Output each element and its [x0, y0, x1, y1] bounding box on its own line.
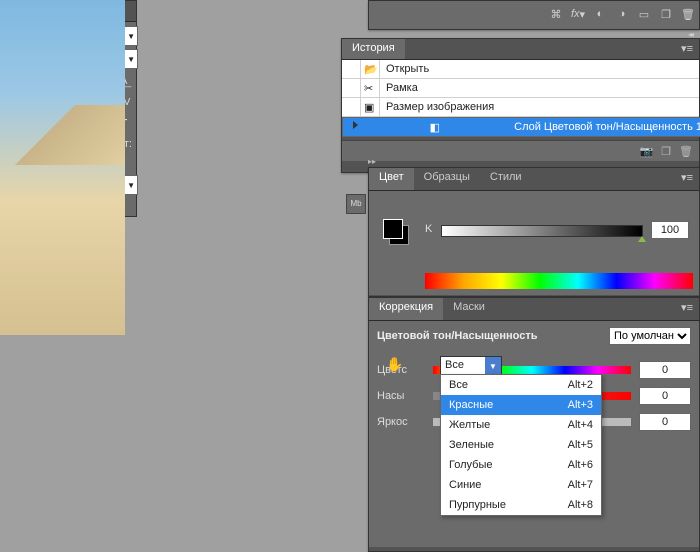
menu-item[interactable]: ЗеленыеAlt+5: [441, 435, 601, 455]
k-value[interactable]: 100: [651, 221, 689, 239]
trash-icon[interactable]: 🗑: [681, 7, 695, 21]
menu-item[interactable]: ПурпурныеAlt+8: [441, 495, 601, 515]
light-label: Яркос: [377, 416, 425, 428]
k-slider[interactable]: [441, 225, 643, 237]
history-list: 📂 Открыть ✂ Рамка ▣ Размер изображения ◧…: [342, 60, 699, 137]
color-panel: Цвет Образцы Стили ▾≡ K 100: [368, 167, 700, 297]
adjustment-icon[interactable]: ◑: [615, 7, 629, 21]
color-swatch[interactable]: [383, 219, 409, 245]
history-panel: История ▾≡ 📂 Открыть ✂ Рамка ▣ Размер из…: [341, 38, 700, 173]
tab-color[interactable]: Цвет: [369, 168, 414, 190]
new-doc-icon[interactable]: ❐: [661, 145, 671, 158]
fx-icon[interactable]: fx▾: [571, 7, 585, 21]
spectrum-ramp[interactable]: [425, 273, 693, 289]
history-item[interactable]: ◧ Слой Цветовой тон/Насыщенность 1: [342, 117, 700, 137]
hue-value[interactable]: 0: [639, 361, 691, 379]
history-item[interactable]: ▣ Размер изображения: [342, 98, 699, 117]
range-select[interactable]: Все ▼: [440, 356, 502, 376]
menu-item[interactable]: ГолубыеAlt+6: [441, 455, 601, 475]
document-canvas[interactable]: [0, 0, 125, 335]
range-menu: ВсеAlt+2 КрасныеAlt+3 ЖелтыеAlt+4 Зелены…: [440, 374, 602, 516]
link-icon[interactable]: ⌘: [549, 7, 563, 21]
open-icon: 📂: [364, 63, 376, 75]
history-pointer-icon: [353, 121, 358, 129]
light-value[interactable]: 0: [639, 413, 691, 431]
hue-layer-icon: ◧: [430, 121, 442, 133]
adjustment-title: Цветовой тон/Насыщенность: [377, 330, 538, 342]
crop-icon: ✂: [364, 82, 376, 94]
snapshot-icon[interactable]: 📷: [639, 145, 653, 158]
sat-value[interactable]: 0: [639, 387, 691, 405]
preset-select[interactable]: По умолчан: [609, 327, 691, 345]
scrubby-icon[interactable]: ✋: [386, 356, 403, 373]
mb-button[interactable]: Mb: [346, 194, 366, 214]
expand-icon[interactable]: ▸▸: [368, 157, 376, 166]
tab-styles[interactable]: Стили: [480, 168, 532, 190]
menu-item[interactable]: СиниеAlt+7: [441, 475, 601, 495]
tab-masks[interactable]: Маски: [443, 298, 495, 320]
menu-item[interactable]: ЖелтыеAlt+4: [441, 415, 601, 435]
panel-menu-icon[interactable]: ▾≡: [675, 39, 699, 59]
menu-item[interactable]: ВсеAlt+2: [441, 375, 601, 395]
resize-icon: ▣: [364, 101, 376, 113]
sat-label: Насы: [377, 390, 425, 402]
trash-icon[interactable]: 🗑: [679, 145, 693, 158]
chevron-down-icon[interactable]: ▼: [485, 357, 501, 375]
channel-label: K: [425, 223, 432, 235]
history-item[interactable]: ✂ Рамка: [342, 79, 699, 98]
layers-panel-footer: ⌘ fx▾ ◐ ◑ ▭ ❐ 🗑: [368, 0, 700, 30]
panel-menu-icon[interactable]: ▾≡: [675, 298, 699, 320]
menu-item[interactable]: КрасныеAlt+3: [441, 395, 601, 415]
tab-history[interactable]: История: [342, 39, 405, 59]
mask-icon[interactable]: ◐: [593, 7, 607, 21]
history-item[interactable]: 📂 Открыть: [342, 60, 699, 79]
group-icon[interactable]: ▭: [637, 7, 651, 21]
new-icon[interactable]: ❐: [659, 7, 673, 21]
tab-correction[interactable]: Коррекция: [369, 298, 443, 320]
tab-swatches[interactable]: Образцы: [414, 168, 480, 190]
panel-menu-icon[interactable]: ▾≡: [675, 168, 699, 190]
